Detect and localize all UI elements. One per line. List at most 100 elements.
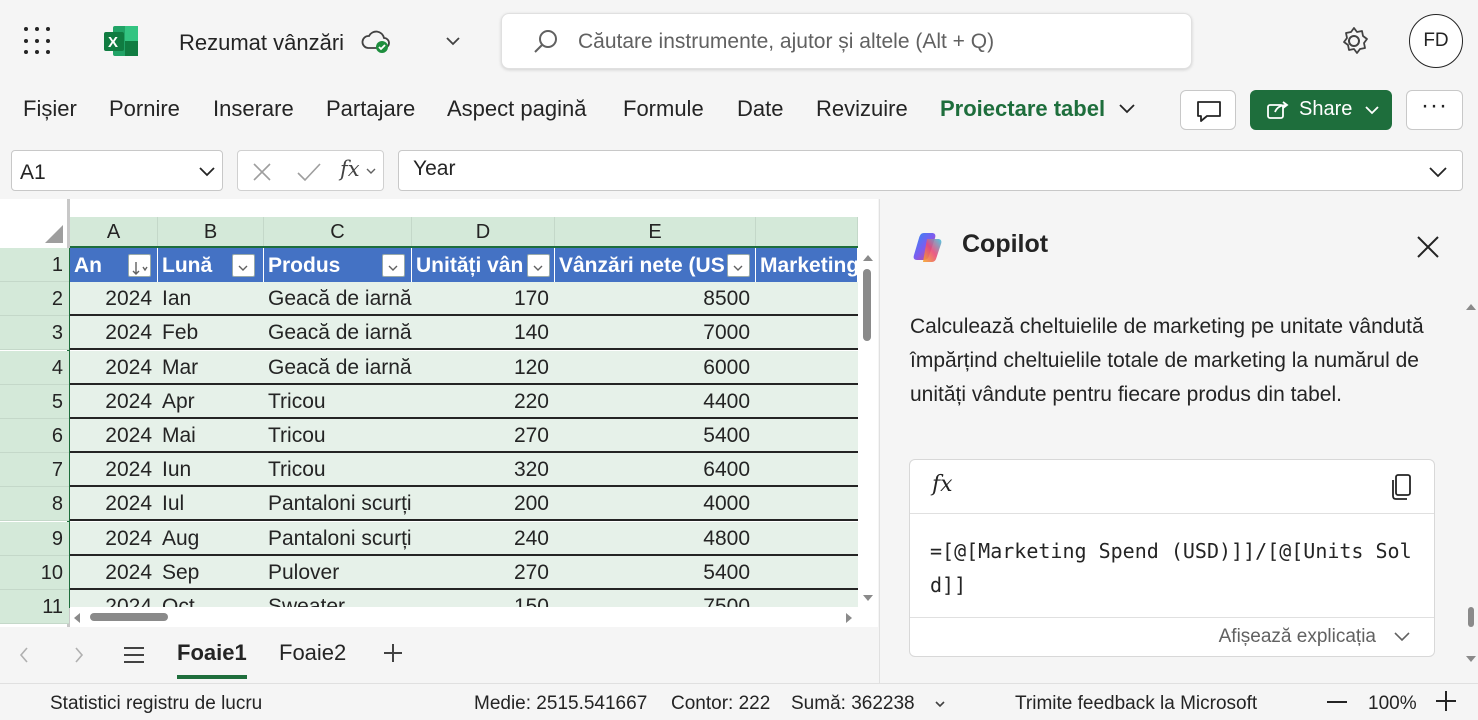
table-header-units-sold[interactable]: Unități vân xyxy=(412,248,555,283)
cell-units-sold[interactable]: 240 xyxy=(412,521,555,556)
table-header-month[interactable]: Lună xyxy=(158,248,264,283)
suggested-formula[interactable]: =[@[Marketing Spend (USD)]]/[@[Units Sol… xyxy=(930,534,1420,602)
scroll-thumb[interactable] xyxy=(90,613,168,621)
cell-product[interactable]: Pantaloni scurți xyxy=(264,487,412,522)
scroll-thumb[interactable] xyxy=(1468,607,1474,627)
copilot-scrollbar[interactable] xyxy=(1465,302,1477,662)
cell-net-sales[interactable]: 8500 xyxy=(555,282,756,317)
cell-units-sold[interactable]: 270 xyxy=(412,419,555,453)
tab-share[interactable]: Partajare xyxy=(326,96,415,122)
zoom-level[interactable]: 100% xyxy=(1368,693,1417,715)
cell-net-sales[interactable]: 4800 xyxy=(555,521,756,556)
share-button[interactable]: Share xyxy=(1250,90,1392,130)
cell-month[interactable]: Feb xyxy=(158,316,264,351)
row-header[interactable]: 3 xyxy=(0,316,69,351)
formula-input[interactable]: Year xyxy=(398,150,1463,191)
show-explanation-button[interactable]: Afișează explicația xyxy=(1219,626,1376,648)
close-icon[interactable] xyxy=(1416,235,1440,259)
row-header[interactable]: 2 xyxy=(0,282,69,317)
tab-home[interactable]: Pornire xyxy=(109,96,180,122)
cell-marketing[interactable] xyxy=(756,453,858,488)
spreadsheet-grid[interactable]: A B C D E 1 2 3 4 5 6 7 8 9 10 11 An Lună Produs U… xyxy=(0,199,878,627)
cell-year[interactable]: 2024 xyxy=(70,487,158,522)
cell-units-sold[interactable]: 140 xyxy=(412,316,555,351)
gear-icon[interactable] xyxy=(1338,25,1370,57)
select-all-corner[interactable] xyxy=(0,217,70,247)
cell-units-sold[interactable]: 270 xyxy=(412,555,555,590)
tab-file[interactable]: Fișier xyxy=(23,96,77,122)
row-header[interactable]: 8 xyxy=(0,487,69,522)
cell-net-sales[interactable]: 4400 xyxy=(555,384,756,419)
add-sheet-icon[interactable] xyxy=(382,642,404,664)
cell-product[interactable]: Geacă de iarnă xyxy=(264,350,412,385)
cell-units-sold[interactable]: 170 xyxy=(412,282,555,317)
column-header-f[interactable] xyxy=(756,217,858,247)
scroll-thumb[interactable] xyxy=(863,269,871,341)
cell-units-sold[interactable]: 220 xyxy=(412,384,555,419)
previous-sheet-icon[interactable] xyxy=(17,645,31,665)
app-launcher-icon[interactable] xyxy=(24,27,52,55)
cell-marketing[interactable] xyxy=(756,350,858,385)
zoom-out-icon[interactable] xyxy=(1327,700,1347,704)
all-sheets-menu-icon[interactable] xyxy=(122,645,146,665)
chevron-down-icon[interactable] xyxy=(366,167,376,175)
filter-dropdown-button[interactable] xyxy=(382,254,405,277)
row-header[interactable]: 1 xyxy=(0,248,69,282)
cell-marketing[interactable] xyxy=(756,521,858,556)
cell-product[interactable]: Geacă de iarnă xyxy=(264,316,412,351)
cell-month[interactable]: Mar xyxy=(158,350,264,385)
cell-year[interactable]: 2024 xyxy=(70,419,158,453)
tab-data[interactable]: Date xyxy=(737,96,783,122)
cell-product[interactable]: Pantaloni scurți xyxy=(264,521,412,556)
cell-marketing[interactable] xyxy=(756,419,858,453)
cell-month[interactable]: Iun xyxy=(158,453,264,488)
cell-year[interactable]: 2024 xyxy=(70,453,158,488)
column-header-a[interactable]: A xyxy=(70,217,158,247)
tab-insert[interactable]: Inserare xyxy=(213,96,294,122)
workbook-statistics-button[interactable]: Statistici registru de lucru xyxy=(50,693,262,715)
table-header-net-sales[interactable]: Vânzări nete (US xyxy=(555,248,756,283)
vertical-scrollbar[interactable] xyxy=(858,249,878,609)
cell-net-sales[interactable]: 6400 xyxy=(555,453,756,488)
comments-button[interactable] xyxy=(1180,90,1236,130)
insert-function-icon[interactable]: fx xyxy=(340,157,360,181)
row-header[interactable]: 11 xyxy=(0,590,69,624)
cell-marketing[interactable] xyxy=(756,487,858,522)
cell-year[interactable]: 2024 xyxy=(70,282,158,317)
chevron-down-icon[interactable] xyxy=(934,700,946,710)
sort-filter-button[interactable] xyxy=(128,254,151,277)
sheet-tab-foaie1[interactable]: Foaie1 xyxy=(177,640,247,666)
cancel-icon[interactable] xyxy=(251,161,273,183)
document-title[interactable]: Rezumat vânzări xyxy=(179,30,344,56)
search-box[interactable]: Căutare instrumente, ajutor și altele (A… xyxy=(501,13,1192,69)
filter-dropdown-button[interactable] xyxy=(232,254,255,277)
chevron-down-icon[interactable] xyxy=(1428,163,1448,179)
cell-net-sales[interactable]: 4000 xyxy=(555,487,756,522)
column-header-c[interactable]: C xyxy=(264,217,412,247)
table-header-marketing[interactable]: Marketing xyxy=(756,248,858,283)
row-header[interactable]: 9 xyxy=(0,521,69,556)
table-header-year[interactable]: An xyxy=(70,248,158,283)
chevron-down-icon[interactable] xyxy=(1393,631,1411,643)
cell-marketing[interactable] xyxy=(756,555,858,590)
chevron-down-icon[interactable] xyxy=(1117,100,1137,116)
copy-icon[interactable] xyxy=(1390,473,1412,501)
zoom-in-icon[interactable] xyxy=(1436,691,1456,711)
cell-month[interactable]: Mai xyxy=(158,419,264,453)
cell-month[interactable]: Iul xyxy=(158,487,264,522)
cell-product[interactable]: Tricou xyxy=(264,384,412,419)
row-header[interactable]: 6 xyxy=(0,419,69,453)
cell-product[interactable]: Tricou xyxy=(264,453,412,488)
tab-page-layout[interactable]: Aspect pagină xyxy=(447,96,586,122)
column-header-b[interactable]: B xyxy=(158,217,264,247)
cell-year[interactable]: 2024 xyxy=(70,384,158,419)
cell-year[interactable]: 2024 xyxy=(70,555,158,590)
cell-net-sales[interactable]: 5400 xyxy=(555,419,756,453)
table-header-product[interactable]: Produs xyxy=(264,248,412,283)
chevron-down-icon[interactable] xyxy=(198,163,216,179)
cell-net-sales[interactable]: 5400 xyxy=(555,555,756,590)
tab-table-design[interactable]: Proiectare tabel xyxy=(940,96,1105,122)
cell-units-sold[interactable]: 200 xyxy=(412,487,555,522)
name-box[interactable]: A1 xyxy=(11,150,223,191)
next-sheet-icon[interactable] xyxy=(72,645,86,665)
